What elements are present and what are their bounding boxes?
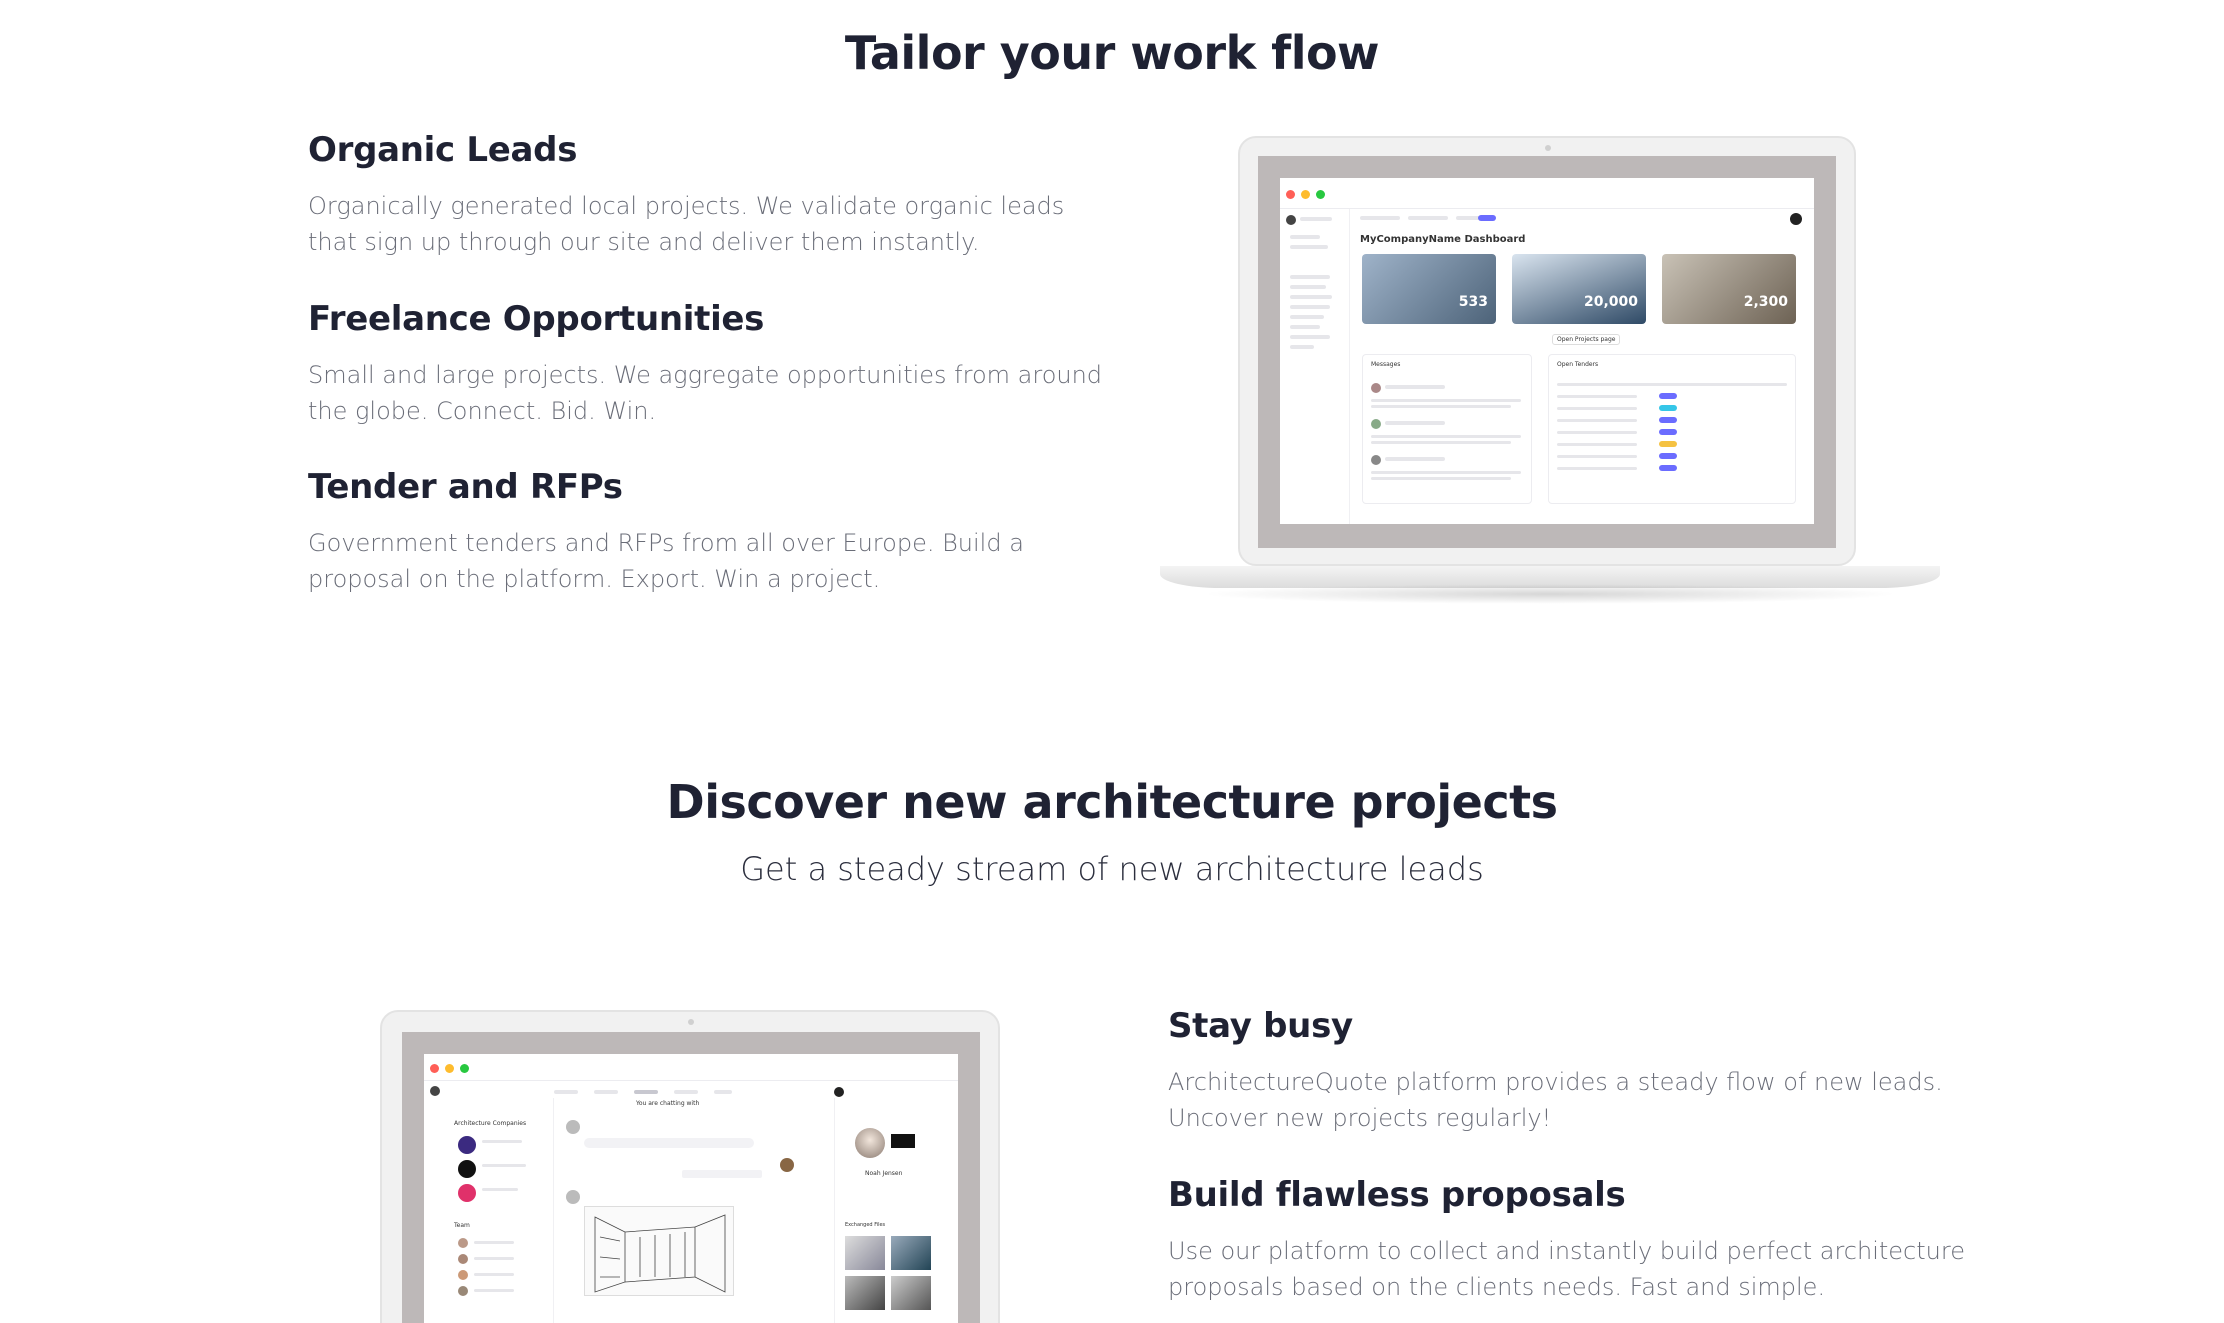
feature-title: Tender and RFPs — [308, 467, 623, 507]
window-minimize-dot — [445, 1064, 454, 1073]
panel-title: Open Tenders — [1557, 361, 1599, 368]
dashboard-screen: MyCompanyName Dashboard 533 20,000 2,300… — [1280, 178, 1814, 524]
open-tenders-panel: Open Tenders — [1548, 354, 1796, 504]
file-thumb[interactable] — [891, 1236, 931, 1270]
sidebar-title: Architecture Companies — [454, 1120, 527, 1127]
window-close-dot — [430, 1064, 439, 1073]
panel-title: Messages — [1371, 361, 1401, 368]
logo-icon — [1286, 215, 1296, 225]
dashboard-heading: MyCompanyName Dashboard — [1360, 234, 1526, 245]
chat-screen: Architecture Companies Team You are chat… — [424, 1054, 958, 1323]
file-thumb[interactable] — [845, 1276, 885, 1310]
feature-proposals: Build flawless proposals Use our platfor… — [1168, 1175, 1988, 1305]
chat-laptop-mockup: Architecture Companies Team You are chat… — [380, 1010, 1000, 1323]
window-maximize-dot — [1316, 190, 1325, 199]
feature-text: Organically generated local projects. We… — [308, 192, 1065, 256]
camera-icon — [1545, 145, 1551, 151]
section-title-workflow: Tailor your work flow — [844, 26, 1380, 80]
user-avatar[interactable] — [834, 1087, 844, 1097]
feature-title: Organic Leads — [308, 130, 578, 170]
logo-icon — [430, 1086, 440, 1096]
team-label: Team — [454, 1222, 470, 1229]
laptop-bezel: MyCompanyName Dashboard 533 20,000 2,300… — [1258, 156, 1836, 548]
messages-panel: Messages — [1362, 354, 1532, 504]
dashboard-sidebar — [1280, 209, 1350, 524]
window-minimize-dot — [1301, 190, 1310, 199]
stat-value: 533 — [1458, 294, 1488, 310]
laptop-lid: MyCompanyName Dashboard 533 20,000 2,300… — [1238, 136, 1856, 566]
open-projects-button[interactable]: Open Projects page — [1552, 334, 1621, 345]
profile-name: Noah Jensen — [865, 1170, 903, 1177]
section-title-discover: Discover new architecture projects — [666, 775, 1558, 829]
feature-tenders: Tender and RFPs Government tenders and R… — [308, 467, 1108, 597]
dashboard-laptop-mockup: MyCompanyName Dashboard 533 20,000 2,300… — [1160, 132, 1940, 612]
profile-panel: Noah Jensen Exchanged Files — [834, 1098, 958, 1323]
new-badge — [1478, 215, 1496, 221]
camera-icon — [688, 1019, 694, 1025]
file-thumb[interactable] — [891, 1276, 931, 1310]
feature-title: Stay busy — [1168, 1006, 1353, 1046]
window-maximize-dot — [460, 1064, 469, 1073]
laptop-bezel: Architecture Companies Team You are chat… — [402, 1032, 980, 1323]
chat-sidebar: Architecture Companies Team — [424, 1098, 554, 1323]
profile-avatar — [855, 1128, 885, 1158]
chatting-with-label: You are chatting with — [636, 1100, 700, 1107]
feature-organic-leads: Organic Leads Organically generated loca… — [308, 130, 1108, 260]
stat-value: 20,000 — [1583, 294, 1638, 310]
feature-title: Freelance Opportunities — [308, 299, 765, 339]
sketch-image[interactable] — [584, 1206, 734, 1296]
feature-title: Build flawless proposals — [1168, 1175, 1626, 1215]
feature-text: ArchitectureQuote platform provides a st… — [1168, 1068, 1943, 1132]
file-thumb[interactable] — [845, 1236, 885, 1270]
feature-stay-busy: Stay busy ArchitectureQuote platform pro… — [1168, 1006, 1988, 1136]
files-label: Exchanged Files — [845, 1222, 886, 1228]
feature-freelance: Freelance Opportunities Small and large … — [308, 299, 1108, 429]
stat-card-tenders[interactable]: 2,300 — [1662, 254, 1796, 324]
laptop-lid: Architecture Companies Team You are chat… — [380, 1010, 1000, 1323]
stat-card-projects[interactable]: 533 — [1362, 254, 1496, 324]
feature-text: Government tenders and RFPs from all ove… — [308, 529, 1024, 593]
section-subtitle: Get a steady stream of new architecture … — [740, 850, 1484, 888]
feature-text: Small and large projects. We aggregate o… — [308, 361, 1103, 425]
user-avatar[interactable] — [1790, 213, 1802, 225]
stat-value: 2,300 — [1743, 294, 1788, 310]
window-close-dot — [1286, 190, 1295, 199]
feature-text: Use our platform to collect and instantl… — [1168, 1237, 1965, 1301]
stat-card-leads[interactable]: 20,000 — [1512, 254, 1646, 324]
